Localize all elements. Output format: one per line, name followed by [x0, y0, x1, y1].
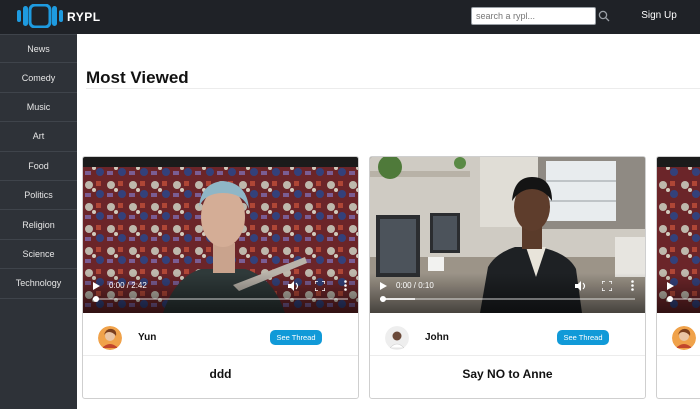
play-icon[interactable] [93, 282, 100, 290]
video-card-3 [656, 156, 700, 399]
sidebar-item-politics[interactable]: Politics [0, 181, 77, 211]
sidebar-item-art[interactable]: Art [0, 122, 77, 152]
sidebar-item-food[interactable]: Food [0, 152, 77, 181]
page-title: Most Viewed [86, 68, 189, 87]
sidebar-item-news[interactable]: News [0, 34, 77, 64]
sidebar: News Comedy Music Art Food Politics Reli… [0, 34, 77, 409]
progress-knob[interactable] [380, 296, 386, 302]
brand-name[interactable]: RYPL [67, 10, 101, 24]
card-meta [657, 313, 700, 356]
sidebar-item-music[interactable]: Music [0, 93, 77, 123]
avatar[interactable] [672, 326, 696, 350]
video-time: 0:00 / 0:10 [396, 281, 434, 290]
volume-icon[interactable] [575, 281, 586, 291]
card-meta: Yun See Thread [83, 313, 358, 356]
play-icon[interactable] [380, 282, 387, 290]
search-input[interactable] [471, 7, 596, 25]
progress-track[interactable] [667, 296, 700, 302]
progress-track[interactable] [380, 296, 635, 302]
sidebar-item-technology[interactable]: Technology [0, 269, 77, 299]
sidebar-item-religion[interactable]: Religion [0, 210, 77, 240]
username[interactable]: John [425, 332, 449, 343]
progress-track[interactable] [93, 296, 348, 302]
see-thread-button[interactable]: See Thread [270, 330, 322, 345]
see-thread-button[interactable]: See Thread [557, 330, 609, 345]
card-meta: John See Thread [370, 313, 645, 356]
fullscreen-icon[interactable] [315, 281, 325, 291]
video-player-2[interactable]: 0:00 / 0:10 [370, 157, 645, 313]
card-title[interactable]: Say NO to Anne [370, 367, 645, 381]
fullscreen-icon[interactable] [602, 281, 612, 291]
video-player-1[interactable]: 0:00 / 2:42 [83, 157, 358, 313]
sidebar-item-science[interactable]: Science [0, 240, 77, 270]
signup-link[interactable]: Sign Up [632, 10, 686, 21]
video-card-2: 0:00 / 0:10 John See Thread Say NO to An… [369, 156, 646, 399]
avatar[interactable] [98, 326, 122, 350]
play-icon[interactable] [667, 282, 674, 290]
title-divider [86, 88, 700, 89]
card-title[interactable]: ddd [83, 367, 358, 381]
search-icon[interactable] [598, 10, 610, 22]
more-options-icon[interactable] [344, 280, 347, 291]
avatar[interactable] [385, 326, 409, 350]
username[interactable]: Yun [138, 332, 156, 343]
volume-icon[interactable] [288, 281, 299, 291]
rypl-logo-icon[interactable] [17, 4, 63, 28]
video-player-3[interactable] [657, 157, 700, 313]
progress-knob[interactable] [93, 296, 99, 302]
video-time: 0:00 / 2:42 [109, 281, 147, 290]
progress-knob[interactable] [667, 296, 673, 302]
sidebar-item-comedy[interactable]: Comedy [0, 63, 77, 93]
more-options-icon[interactable] [631, 280, 634, 291]
top-bar: RYPL Sign Up [0, 0, 700, 34]
video-card-1: 0:00 / 2:42 Yun See Thread ddd [82, 156, 359, 399]
